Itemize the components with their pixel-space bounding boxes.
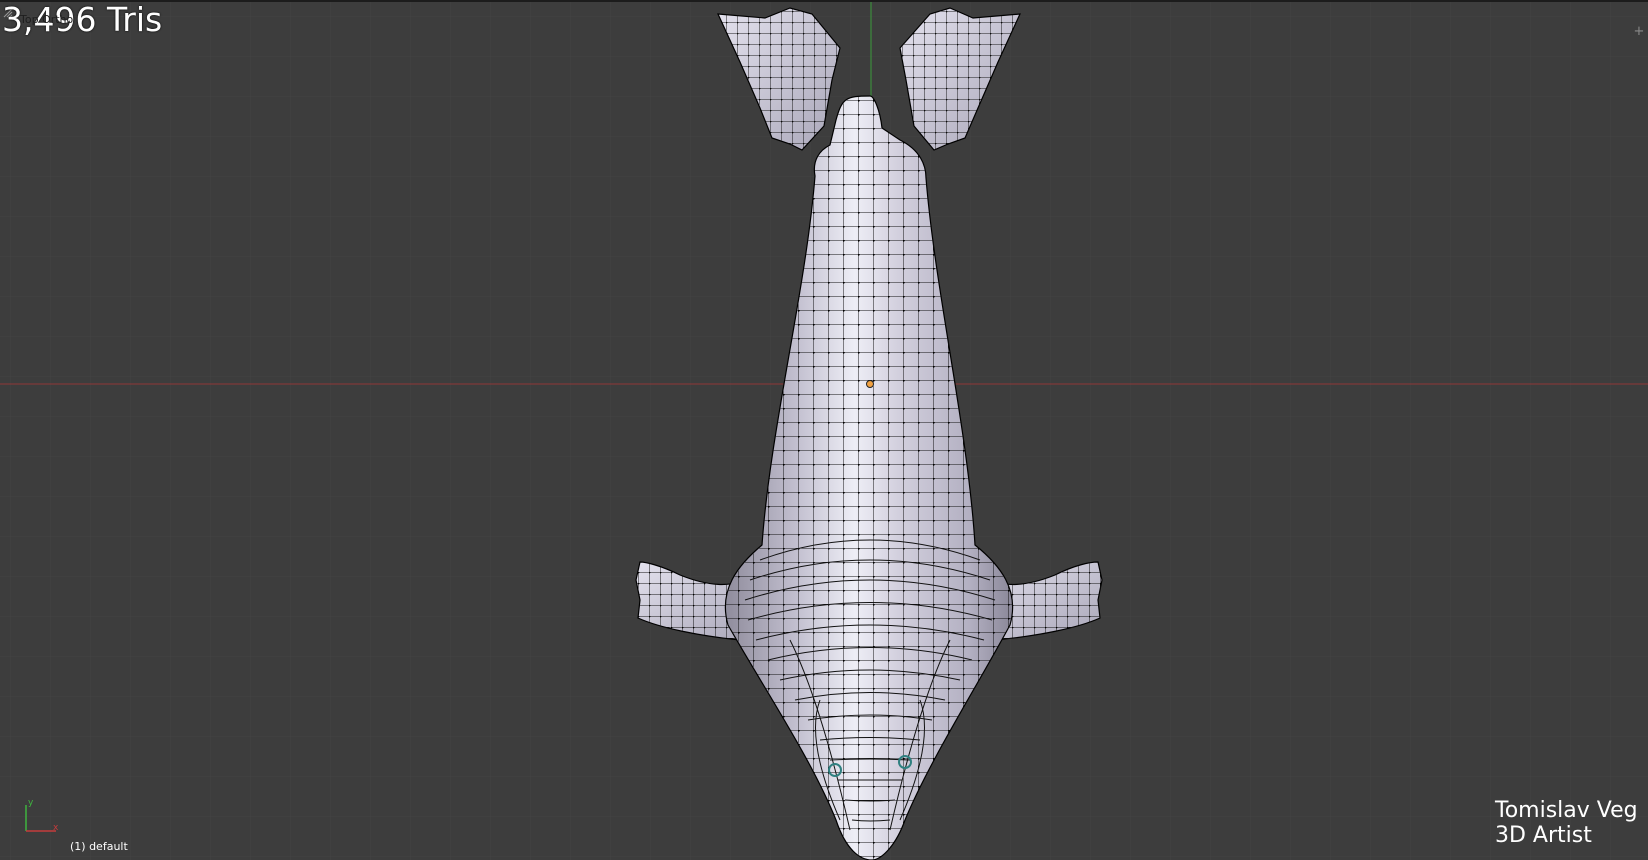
axis-gizmo-y-label: y <box>28 798 34 808</box>
axis-gizmo-x-label: x <box>53 823 59 833</box>
view-name-label: Top Ortho <box>20 13 74 26</box>
viewport-canvas[interactable] <box>0 0 1648 860</box>
axis-gizmo-icon <box>20 795 64 843</box>
3d-viewport[interactable]: 3,496 Tris Top Ortho + y x (1) default T… <box>0 0 1648 860</box>
active-object-label: (1) default <box>70 840 128 853</box>
artist-role: 3D Artist <box>1495 823 1592 848</box>
artist-credit: Tomislav Veg 3D Artist <box>1495 798 1638 848</box>
plus-icon[interactable]: + <box>1633 25 1645 38</box>
object-origin-dot <box>866 380 874 388</box>
artist-name: Tomislav Veg <box>1495 798 1638 823</box>
